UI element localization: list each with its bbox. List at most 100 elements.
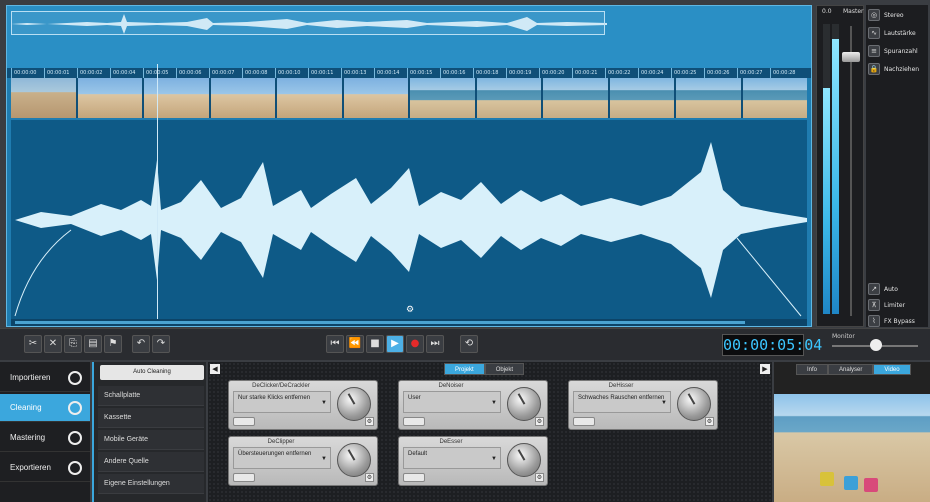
undo-icon[interactable]: ↶ (132, 335, 150, 353)
overview-waveform[interactable] (7, 6, 811, 68)
left-meter-fill (823, 87, 830, 314)
tab-objekt[interactable]: Objekt (484, 363, 525, 375)
playhead[interactable] (157, 64, 158, 320)
nav-item-mastering[interactable]: Mastering (0, 424, 90, 452)
overview-view-window[interactable] (11, 11, 605, 35)
scrollbar-thumb[interactable] (15, 321, 745, 324)
gear-icon[interactable]: ⚙ (535, 417, 544, 426)
record-icon[interactable]: ● (406, 335, 424, 353)
gear-icon[interactable]: ⚙ (365, 473, 374, 482)
chevron-down-icon: ▼ (321, 456, 327, 462)
nav-item-cleaning[interactable]: Cleaning (0, 394, 90, 422)
loop-icon[interactable]: ⟲ (460, 335, 478, 353)
preset-item[interactable]: Schallplatte (98, 386, 204, 406)
tab-info[interactable]: Info (796, 364, 829, 375)
paste-icon[interactable]: ▤ (84, 335, 102, 353)
scissors-icon[interactable]: ✂ (24, 335, 42, 353)
tab-video[interactable]: Video (873, 364, 911, 375)
module-amount-knob[interactable] (337, 387, 371, 421)
ruler-tick: 00:00:25 (671, 68, 704, 78)
auto-icon[interactable]: ↗ (868, 283, 880, 295)
module-power-toggle[interactable] (403, 417, 425, 426)
workflow-navigation: Importieren Cleaning Mastering Exportieren (0, 362, 90, 502)
option-fx-bypass[interactable]: ⌇ FX Bypass (868, 315, 915, 327)
monitor-slider-knob[interactable] (870, 339, 882, 351)
horizontal-scrollbar[interactable] (11, 319, 807, 326)
limiter-icon[interactable]: ⊼ (868, 299, 880, 311)
module-preset-dropdown[interactable]: Default ▼ (403, 447, 501, 469)
module-preset-dropdown[interactable]: User ▼ (403, 391, 501, 413)
module-amount-knob[interactable] (507, 443, 541, 477)
option-label: FX Bypass (884, 317, 915, 325)
ruler-tick: 00:00:22 (605, 68, 638, 78)
tab-analyser[interactable]: Analyser (828, 364, 874, 375)
volume-curve-icon[interactable]: ∿ (868, 27, 880, 39)
redo-icon[interactable]: ↷ (152, 335, 170, 353)
module-power-toggle[interactable] (233, 473, 255, 482)
option-label: Limiter (884, 301, 906, 309)
nav-item-exportieren[interactable]: Exportieren (0, 454, 90, 482)
option-stereo[interactable]: ◎ Stereo (868, 9, 904, 21)
play-icon[interactable]: ▶ (386, 335, 404, 353)
audio-waveform-track[interactable] (11, 120, 807, 320)
nav-item-label: Exportieren (10, 463, 51, 472)
right-meter-fill (832, 38, 839, 314)
module-power-toggle[interactable] (573, 417, 595, 426)
tracks-icon[interactable]: ≡ (868, 45, 880, 57)
time-ruler[interactable]: 00:00:0000:00:0100:00:0200:00:0400:00:05… (7, 68, 811, 78)
gear-icon[interactable]: ⚙ (705, 417, 714, 426)
effect-module: DeClicker/DeCrackler Nur starke Klicks en… (228, 380, 378, 430)
preset-item[interactable]: Andere Quelle (98, 452, 204, 472)
ruler-tick: 00:00:07 (209, 68, 242, 78)
preset-item[interactable]: Eigene Einstellungen (98, 474, 204, 494)
gear-icon[interactable]: ⚙ (365, 417, 374, 426)
module-power-toggle[interactable] (233, 417, 255, 426)
go-to-end-icon[interactable]: ⏭ (426, 335, 444, 353)
option-nachziehen[interactable]: 🔒 Nachziehen (868, 63, 919, 75)
option-lautstärke[interactable]: ∿ Lautstärke (868, 27, 916, 39)
module-preset-dropdown[interactable]: Übersteuerungen entfernen ▼ (233, 447, 331, 469)
master-fader-knob[interactable] (842, 52, 860, 62)
pail-shape (820, 472, 834, 486)
delete-icon[interactable]: ✕ (44, 335, 62, 353)
ruler-tick: 00:00:19 (506, 68, 539, 78)
fx-bypass-icon[interactable]: ⌇ (868, 315, 880, 327)
previous-icon[interactable]: ⏪ (346, 335, 364, 353)
option-auto[interactable]: ↗ Auto (868, 283, 898, 295)
module-power-toggle[interactable] (403, 473, 425, 482)
option-spuranzahl[interactable]: ≡ Spuranzahl (868, 45, 918, 57)
ruler-tick: 00:00:27 (737, 68, 770, 78)
ruler-tick: 00:00:04 (110, 68, 143, 78)
video-thumbnail (676, 78, 741, 118)
expand-right-icon[interactable]: ▶ (760, 364, 770, 374)
module-preset-dropdown[interactable]: Nur starke Klicks entfernen ▼ (233, 391, 331, 413)
option-label: Auto (884, 285, 898, 293)
module-amount-knob[interactable] (507, 387, 541, 421)
right-level-meter (832, 24, 839, 314)
left-level-meter (823, 24, 830, 314)
tab-projekt[interactable]: Projekt (444, 363, 485, 375)
collapse-left-icon[interactable]: ◀ (210, 364, 220, 374)
ruler-tick: 00:00:18 (473, 68, 506, 78)
preset-item[interactable]: Mobile Geräte (98, 430, 204, 450)
master-fader-track (850, 26, 852, 316)
module-amount-knob[interactable] (677, 387, 711, 421)
copy-icon[interactable]: ⎘ (64, 335, 82, 353)
module-amount-knob[interactable] (337, 443, 371, 477)
video-thumbnail-track[interactable] (11, 78, 807, 118)
gear-icon[interactable]: ⚙ (406, 305, 414, 315)
option-limiter[interactable]: ⊼ Limiter (868, 299, 905, 311)
master-panel: 0.0 Master (816, 5, 864, 327)
auto-cleaning-button[interactable]: Auto Cleaning (100, 365, 204, 380)
nav-item-importieren[interactable]: Importieren (0, 364, 90, 392)
lock-icon[interactable]: 🔒 (868, 63, 880, 75)
gear-icon[interactable]: ⚙ (535, 473, 544, 482)
ruler-tick: 00:00:10 (275, 68, 308, 78)
effect-module: DeClipper Übersteuerungen entfernen ▼ ⚙ (228, 436, 378, 486)
module-preset-dropdown[interactable]: Schwaches Rauschen entfernen ▼ (573, 391, 671, 413)
stereo-icon[interactable]: ◎ (868, 9, 880, 21)
stop-icon[interactable]: ■ (366, 335, 384, 353)
preset-item[interactable]: Kassette (98, 408, 204, 428)
go-to-start-icon[interactable]: ⏮ (326, 335, 344, 353)
marker-icon[interactable]: ⚑ (104, 335, 122, 353)
